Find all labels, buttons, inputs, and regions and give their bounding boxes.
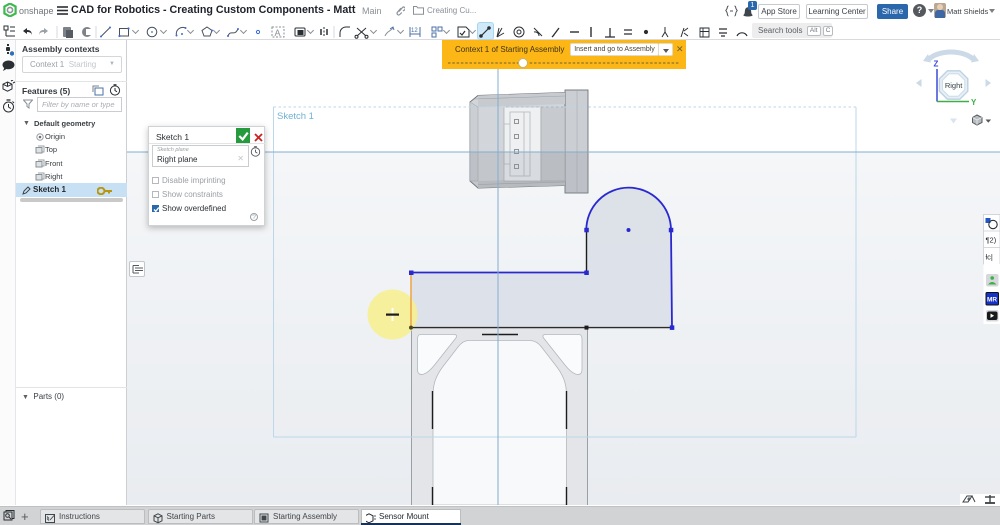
svg-text:Sketch 1: Sketch 1: [277, 111, 314, 122]
svg-text:MR: MR: [987, 297, 997, 304]
svg-text:12: 12: [411, 28, 418, 34]
svg-text:¶2): ¶2): [986, 236, 997, 245]
svg-text:Z: Z: [934, 60, 939, 69]
svg-text:ƚc|: ƚc|: [986, 253, 993, 262]
svg-text:Y: Y: [971, 98, 977, 107]
svg-text:A: A: [275, 28, 281, 38]
svg-text:Right: Right: [945, 81, 963, 90]
